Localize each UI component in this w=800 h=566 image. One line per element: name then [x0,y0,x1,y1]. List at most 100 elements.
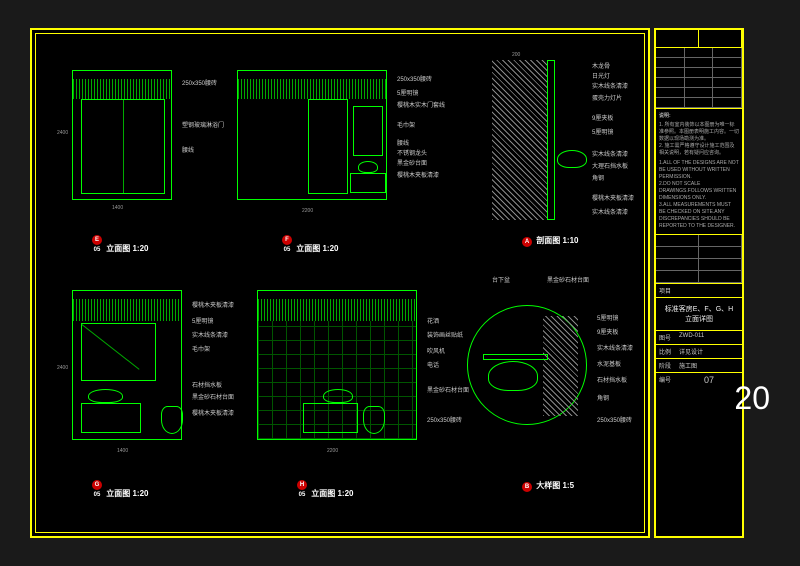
callout: 石材挡水板 [597,375,627,384]
basin [358,161,378,173]
title-text: 大样图 1:5 [536,481,574,490]
drawing-title: 标准客房E、F、G、H 立面详图 [656,298,742,331]
callout: 电话 [427,360,439,369]
callout: 实木线条清漆 [592,149,628,158]
view-title-f: F 05 立面图 1:20 [282,235,338,254]
room-outline [237,70,387,200]
drawing-sheet: 250x350腰砖 塑钢玻璃淋浴门 腰线 1400 2400 E 05 立面图 … [30,28,650,538]
note-line: 2. 施工需严格遵守设计施工范围及相关说明，若有疑问应咨询。 [659,143,739,157]
notes-heading: 说明: [659,113,739,120]
value: 07 [679,375,739,385]
dim: 2400 [57,130,68,136]
callout: 黑金砂石材台面 [547,275,589,284]
vanity [303,403,358,433]
dim: 1400 [117,448,128,454]
sheet-no-row: 编号 07 [656,373,742,387]
callout: 250x350腰砖 [397,74,432,83]
elevation-g: 樱桃木夹板清漆 5厘明镜 实木线条清漆 毛巾架 石材挡水板 黑金砂石材台面 樱桃… [52,280,197,460]
scale-row: 比例 详见设计 [656,345,742,359]
callout: 蛋壳力灯片 [592,93,622,102]
callout: 实木线条清漆 [592,81,628,90]
callout: 毛巾架 [397,120,415,129]
toilet [161,406,183,434]
stage-row: 阶段 施工图 [656,359,742,373]
basin-detail [488,361,538,391]
signature-grid [656,235,742,284]
view-tag: H 05 [297,480,307,490]
title-text: 立面图 1:20 [106,244,148,253]
callout: 水泥基板 [597,359,621,368]
callout: 角钢 [597,393,609,402]
drawing-no-row: 图号 ZWD-011 [656,331,742,345]
dim: 2400 [57,365,68,371]
callout: 黑金砂台面 [397,158,427,167]
label: 图号 [659,333,679,342]
detail-circle [467,305,587,425]
revision-grid [656,48,742,109]
callout: 樱桃木夹板清漆 [192,408,234,417]
callout: 塑钢玻璃淋浴门 [182,120,224,129]
vanity [81,403,141,433]
view-tag: A [522,237,532,247]
callout: 9厘夹板 [592,113,613,122]
callout: 花洒 [427,316,439,325]
callout: 5厘明镜 [597,313,618,322]
dim: 2200 [302,208,313,214]
vanity [350,173,386,193]
value: 详见设计 [679,347,703,356]
dim: 200 [512,52,520,58]
elevation-h: 花洒 装饰画丝贴纸 吹风机 电话 黑金砂石材台面 250x350腰砖 2200 [247,280,427,460]
callout: 实木线条清漆 [597,343,633,352]
room-outline [72,70,172,200]
value: ZWD-011 [679,333,704,342]
label: 阶段 [659,361,679,370]
dim: 2200 [327,448,338,454]
toilet [363,406,385,434]
callout: 5厘明镜 [397,88,418,97]
callout: 樱桃木夹板清漆 [192,300,234,309]
view-tag: B [522,482,532,492]
view-title-h: H 05 立面图 1:20 [297,480,353,499]
basin [323,389,353,403]
callout: 毛巾架 [192,344,210,353]
view-title-a: A 剖面图 1:10 [522,235,578,247]
title-text: 立面图 1:20 [106,489,148,498]
dim: 1400 [112,205,123,211]
view-tag: E 05 [92,235,102,245]
detail-b: 台下盆 黑金砂石材台面 5厘明镜 9厘夹板 实木线条清漆 水泥基板 石材挡水板 … [452,275,637,465]
mirror [81,323,156,381]
note-line: 1. 所有室内装饰以本图册为唯一标准参照。本图册表明施工内容。一切数据以现场勘测… [659,122,739,143]
tb-header [656,30,742,48]
callout: 实木线条清漆 [192,330,228,339]
project-row: 项目 [656,284,742,298]
callout: 木龙骨 [592,61,610,70]
callout: 石材挡水板 [192,380,222,389]
view-title-g: G 05 立面图 1:20 [92,480,148,499]
title-block: 说明: 1. 所有室内装饰以本图册为唯一标准参照。本图册表明施工内容。一切数据以… [654,28,744,538]
view-title-b: B 大样图 1:5 [522,480,574,492]
door [308,99,348,194]
callout: 日光灯 [592,71,610,80]
callout: 不锈钢龙头 [397,148,427,157]
callout: 5厘明镜 [192,316,213,325]
value: 施工图 [679,361,697,370]
callout: 樱桃木夹板清漆 [397,170,439,179]
label: 编号 [659,375,679,385]
callout: 实木线条清漆 [592,207,628,216]
title-text: 立面图 1:20 [311,489,353,498]
notes-block: 说明: 1. 所有室内装饰以本图册为唯一标准参照。本图册表明施工内容。一切数据以… [656,109,742,235]
elevation-e: 250x350腰砖 塑钢玻璃淋浴门 腰线 1400 2400 [52,60,182,220]
callout: 腰线 [397,138,409,147]
callout: 黑金砂石材台面 [192,392,234,401]
title-text: 立面图 1:20 [296,244,338,253]
label: 比例 [659,347,679,356]
view-tag: G 05 [92,480,102,490]
callout: 台下盆 [492,275,510,284]
callout: 腰线 [182,145,194,154]
title-text: 剖面图 1:10 [536,236,578,245]
room-outline [72,290,182,440]
view-title-e: E 05 立面图 1:20 [92,235,148,254]
callout: 樱桃木实木门套线 [397,100,445,109]
callout: 吹风机 [427,346,445,355]
shower-door [81,99,165,194]
